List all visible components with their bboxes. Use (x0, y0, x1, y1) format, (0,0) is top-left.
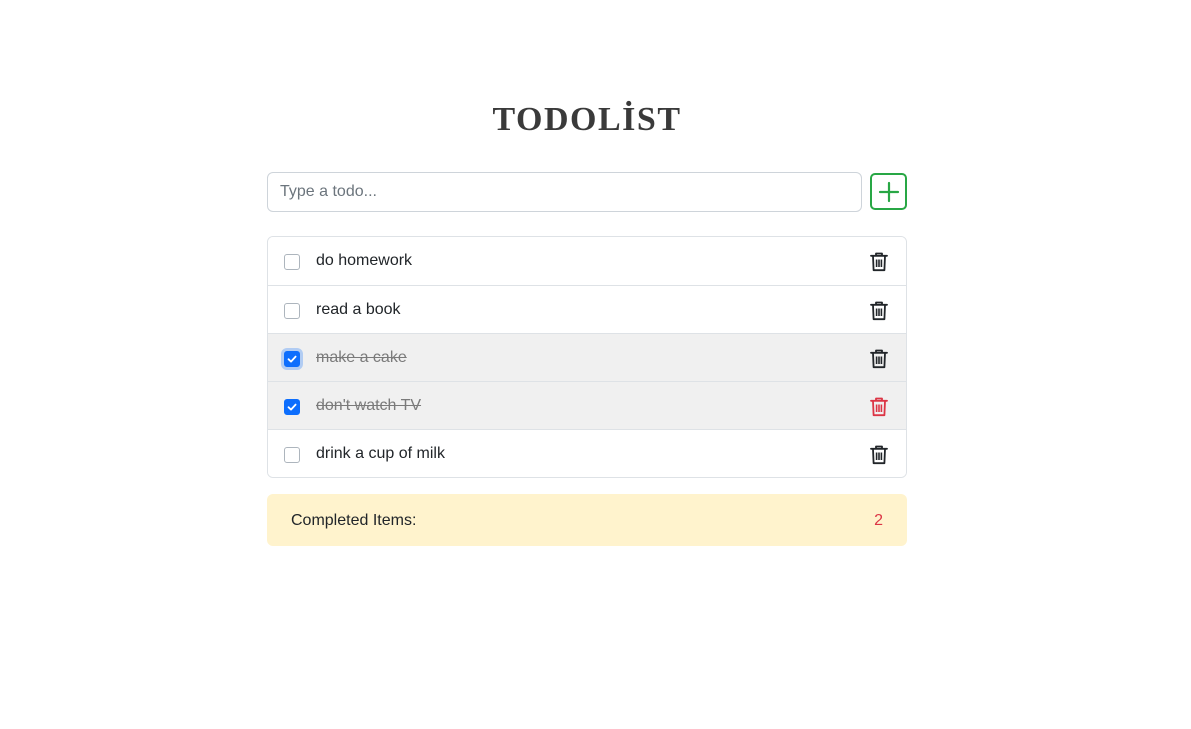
delete-button[interactable] (870, 349, 888, 369)
todo-checkbox[interactable] (284, 447, 300, 463)
check-icon (287, 403, 297, 411)
trash-icon (870, 349, 888, 369)
todo-label: make a cake (316, 349, 407, 366)
trash-icon (870, 445, 888, 465)
trash-icon (870, 397, 888, 417)
page-title: TODOLİST (492, 101, 682, 138)
delete-button[interactable] (870, 301, 888, 321)
todo-label: drink a cup of milk (316, 445, 445, 462)
delete-button[interactable] (870, 397, 888, 417)
delete-button[interactable] (870, 252, 888, 272)
todo-input[interactable] (267, 172, 862, 212)
todo-checkbox[interactable] (284, 351, 300, 367)
todo-list: do homework read a book make a cake don'… (267, 236, 907, 478)
delete-button[interactable] (870, 445, 888, 465)
todo-checkbox[interactable] (284, 399, 300, 415)
trash-icon (870, 252, 888, 272)
plus-icon (878, 181, 899, 202)
todo-item: don't watch TV (268, 381, 906, 429)
trash-icon (870, 301, 888, 321)
todo-item: make a cake (268, 333, 906, 381)
completed-summary: Completed Items: 2 (267, 494, 907, 546)
add-todo-button[interactable] (870, 173, 907, 210)
todo-label: don't watch TV (316, 397, 422, 414)
completed-label: Completed Items: (291, 512, 417, 529)
todo-item: read a book (268, 285, 906, 333)
completed-count: 2 (874, 512, 883, 529)
todo-item: do homework (268, 237, 906, 285)
todo-item: drink a cup of milk (268, 429, 906, 477)
check-icon (287, 355, 297, 363)
todo-checkbox[interactable] (284, 303, 300, 319)
todo-label: read a book (316, 301, 401, 318)
add-todo-row (267, 172, 907, 212)
todo-label: do homework (316, 252, 413, 269)
todo-checkbox[interactable] (284, 254, 300, 270)
